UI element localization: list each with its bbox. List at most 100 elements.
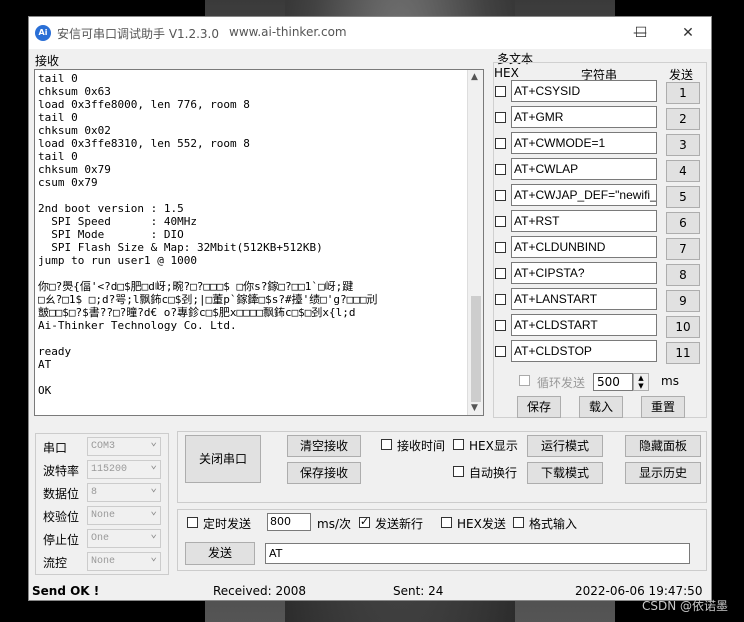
multi-row: AT+CLDSTOP 11 — [493, 340, 707, 364]
command-input[interactable]: AT+CLDUNBIND — [511, 236, 657, 258]
receive-area[interactable]: tail 0 chksum 0x63 load 0x3ffe8000, len … — [34, 69, 484, 416]
send-input[interactable]: AT — [265, 543, 690, 564]
send-row-button[interactable]: 5 — [666, 186, 700, 208]
databits-row: 数据位 8 — [43, 481, 173, 503]
port-select[interactable]: COM3 — [87, 435, 161, 456]
hex-send-checkbox[interactable] — [441, 517, 452, 528]
run-mode-button[interactable]: 运行模式 — [527, 435, 603, 457]
command-input[interactable]: AT+LANSTART — [511, 288, 657, 310]
hex-checkbox[interactable] — [495, 216, 506, 227]
load-multi-button[interactable]: 载入 — [579, 396, 623, 418]
scroll-up-icon[interactable]: ▲ — [471, 72, 478, 82]
hex-display-label: HEX显示 — [469, 439, 518, 453]
parity-select[interactable]: None — [87, 504, 161, 525]
window-site: www.ai-thinker.com — [229, 25, 347, 39]
send-row-button[interactable]: 6 — [666, 212, 700, 234]
reset-multi-button[interactable]: 重置 — [641, 396, 685, 418]
recv-time-checkbox[interactable] — [381, 439, 392, 450]
close-icon[interactable]: ✕ — [665, 17, 711, 49]
flow-row: 流控 None — [43, 550, 173, 572]
hex-display-checkbox[interactable] — [453, 439, 464, 450]
hex-checkbox[interactable] — [495, 86, 506, 97]
hex-checkbox[interactable] — [495, 242, 506, 253]
hex-checkbox[interactable] — [495, 112, 506, 123]
parity-row: 校验位 None — [43, 504, 173, 526]
command-input[interactable]: AT+CWJAP_DEF="newifi_ — [511, 184, 657, 206]
hex-checkbox[interactable] — [495, 346, 506, 357]
command-input[interactable]: AT+CWMODE=1 — [511, 132, 657, 154]
port-label: 串口 — [43, 441, 68, 455]
timer-unit-label: ms/次 — [317, 517, 351, 531]
databits-select[interactable]: 8 — [87, 481, 161, 502]
csdn-watermark: CSDN @依诺墨 — [641, 599, 728, 613]
send-row-button[interactable]: 2 — [666, 108, 700, 130]
recv-time-label: 接收时间 — [397, 439, 446, 453]
receive-text: tail 0 chksum 0x63 load 0x3ffe8000, len … — [38, 72, 378, 397]
send-row-button[interactable]: 3 — [666, 134, 700, 156]
command-input[interactable]: AT+CIPSTA? — [511, 262, 657, 284]
hide-panel-button[interactable]: 隐藏面板 — [625, 435, 701, 457]
show-history-button[interactable]: 显示历史 — [625, 462, 701, 484]
multi-row: AT+CWLAP 4 — [493, 158, 707, 182]
hex-checkbox[interactable] — [495, 268, 506, 279]
loop-interval-spinner[interactable]: ▲ ▼ — [633, 373, 649, 391]
send-row-button[interactable]: 4 — [666, 160, 700, 182]
multi-row: AT+CLDSTART 10 — [493, 314, 707, 338]
receive-label: 接收 — [35, 54, 60, 68]
format-input-label: 格式输入 — [529, 517, 578, 531]
command-input[interactable]: AT+RST — [511, 210, 657, 232]
maximize-icon[interactable]: ☐ — [619, 17, 663, 49]
hex-checkbox[interactable] — [495, 164, 506, 175]
auto-wrap-checkbox[interactable] — [453, 466, 464, 477]
save-receive-button[interactable]: 保存接收 — [287, 462, 361, 484]
send-row-button[interactable]: 1 — [666, 82, 700, 104]
multi-row: AT+CWMODE=1 3 — [493, 132, 707, 156]
baud-select[interactable]: 115200 — [87, 458, 161, 479]
command-input[interactable]: AT+CLDSTOP — [511, 340, 657, 362]
app-logo-icon: Ai — [35, 25, 51, 41]
multi-row: AT+CWJAP_DEF="newifi_ 5 — [493, 184, 707, 208]
hex-checkbox[interactable] — [495, 138, 506, 149]
auto-wrap-label: 自动换行 — [469, 466, 518, 480]
status-bar: Send OK ! Received: 2008 Sent: 24 2022-0… — [29, 583, 711, 601]
send-row-button[interactable]: 10 — [666, 316, 700, 338]
command-input[interactable]: AT+GMR — [511, 106, 657, 128]
send-row-button[interactable]: 7 — [666, 238, 700, 260]
multi-row: AT+LANSTART 9 — [493, 288, 707, 312]
download-mode-button[interactable]: 下载模式 — [527, 462, 603, 484]
command-input[interactable]: AT+CSYSID — [511, 80, 657, 102]
loop-interval-input[interactable]: 500 — [593, 373, 633, 391]
loop-unit-label: ms — [661, 374, 679, 388]
scroll-thumb[interactable] — [471, 296, 481, 402]
app-window: Ai 安信可串口调试助手 V1.2.3.0 www.ai-thinker.com… — [28, 16, 712, 601]
send-newline-checkbox[interactable] — [359, 515, 370, 528]
close-port-button[interactable]: 关闭串口 — [185, 435, 261, 483]
receive-scrollbar[interactable]: ▲ ▼ — [467, 70, 483, 415]
stopbits-select[interactable]: One — [87, 527, 161, 548]
timer-interval-input[interactable]: 800 — [267, 513, 311, 531]
multi-row: AT+CIPSTA? 8 — [493, 262, 707, 286]
loop-send-label: 循环发送 — [537, 376, 586, 390]
save-multi-button[interactable]: 保存 — [517, 396, 561, 418]
flow-select[interactable]: None — [87, 550, 161, 571]
status-received: Received: 2008 — [213, 584, 306, 598]
baud-label: 波特率 — [43, 464, 80, 478]
command-input[interactable]: AT+CWLAP — [511, 158, 657, 180]
hex-checkbox[interactable] — [495, 294, 506, 305]
send-row-button[interactable]: 9 — [666, 290, 700, 312]
format-input-checkbox[interactable] — [513, 517, 524, 528]
hex-send-label: HEX发送 — [457, 517, 506, 531]
loop-send-checkbox[interactable] — [519, 375, 530, 386]
clear-receive-button[interactable]: 清空接收 — [287, 435, 361, 457]
stopbits-row: 停止位 One — [43, 527, 173, 549]
hex-checkbox[interactable] — [495, 320, 506, 331]
scroll-down-icon[interactable]: ▼ — [471, 403, 478, 413]
hex-checkbox[interactable] — [495, 190, 506, 201]
timed-send-checkbox[interactable] — [187, 517, 198, 528]
send-row-button[interactable]: 11 — [666, 342, 700, 364]
command-input[interactable]: AT+CLDSTART — [511, 314, 657, 336]
multi-row: AT+GMR 2 — [493, 106, 707, 130]
multi-row: AT+CSYSID 1 — [493, 80, 707, 104]
send-row-button[interactable]: 8 — [666, 264, 700, 286]
send-button[interactable]: 发送 — [185, 542, 255, 565]
